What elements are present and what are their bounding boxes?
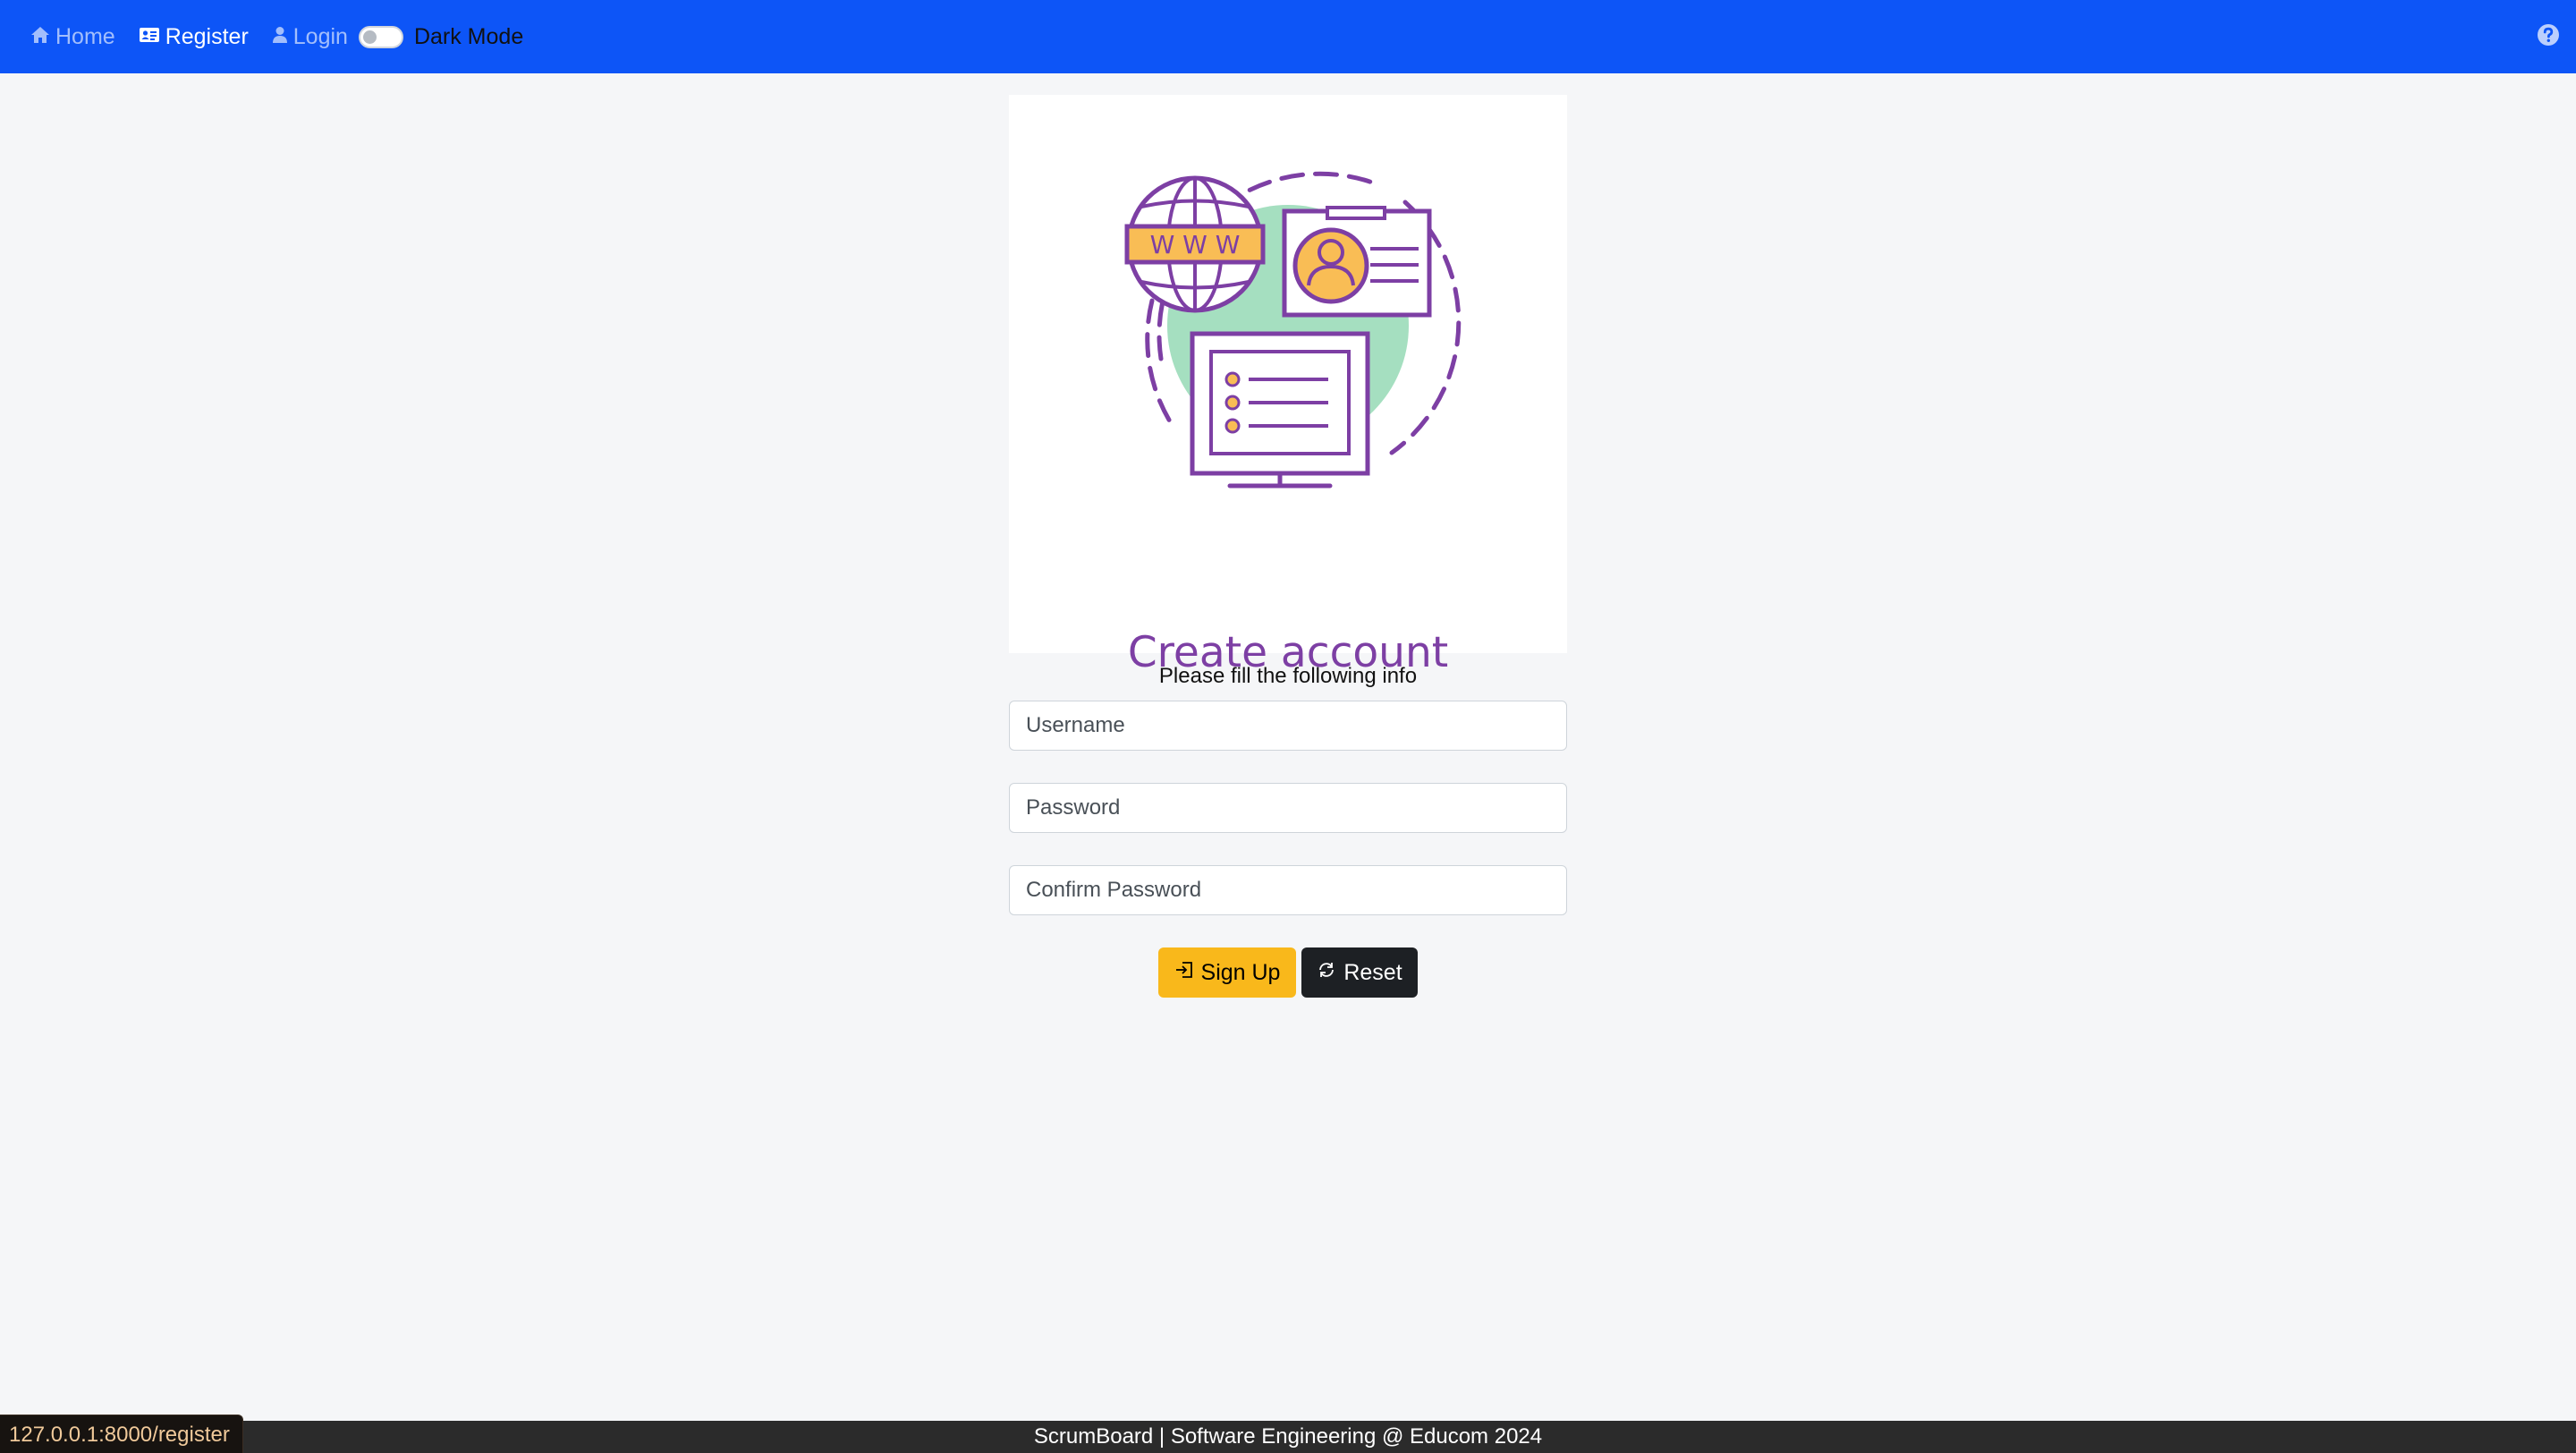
question-circle-icon[interactable] — [2537, 23, 2560, 47]
create-account-illustration-card: W W W Create account — [1009, 95, 1567, 677]
nav-login-link[interactable]: Login — [272, 24, 348, 50]
username-input[interactable] — [1009, 701, 1567, 751]
home-icon — [30, 24, 50, 50]
password-input[interactable] — [1009, 783, 1567, 833]
reset-button[interactable]: Reset — [1301, 947, 1418, 998]
dark-mode-label: Dark Mode — [413, 23, 524, 49]
nav-register-label: Register — [165, 23, 249, 49]
nav-register-link[interactable]: Register — [139, 24, 249, 50]
refresh-icon — [1317, 960, 1343, 986]
confirm-password-input[interactable] — [1009, 865, 1567, 915]
sign-in-icon — [1174, 960, 1201, 986]
reset-label: Reset — [1343, 959, 1402, 985]
toggle-knob — [362, 30, 377, 44]
status-bar-url: 127.0.0.1:8000/register — [0, 1415, 243, 1453]
form-instruction: Please fill the following info — [1158, 664, 1418, 688]
sign-up-button[interactable]: Sign Up — [1158, 947, 1296, 998]
nav-home-label: Home — [55, 23, 115, 49]
create-account-illustration: W W W — [1124, 171, 1462, 489]
dark-mode-toggle[interactable] — [358, 25, 403, 48]
id-card-icon — [139, 24, 160, 50]
nav-home-link[interactable]: Home — [30, 24, 115, 50]
globe-www-icon: W W W — [1124, 175, 1266, 313]
monitor-form-icon — [1190, 331, 1370, 489]
id-badge-icon — [1282, 206, 1432, 318]
top-navbar: Home Register Login Dark Mode — [0, 0, 2576, 73]
svg-text:W W W: W W W — [1150, 230, 1241, 259]
nav-login-label: Login — [292, 23, 348, 49]
page-footer: ScrumBoard | Software Engineering @ Educ… — [0, 1421, 2576, 1453]
user-icon — [272, 24, 288, 50]
footer-text: ScrumBoard | Software Engineering @ Educ… — [1033, 1424, 1543, 1449]
dark-mode-switch: Dark Mode — [358, 23, 524, 50]
sign-up-label: Sign Up — [1200, 959, 1281, 985]
